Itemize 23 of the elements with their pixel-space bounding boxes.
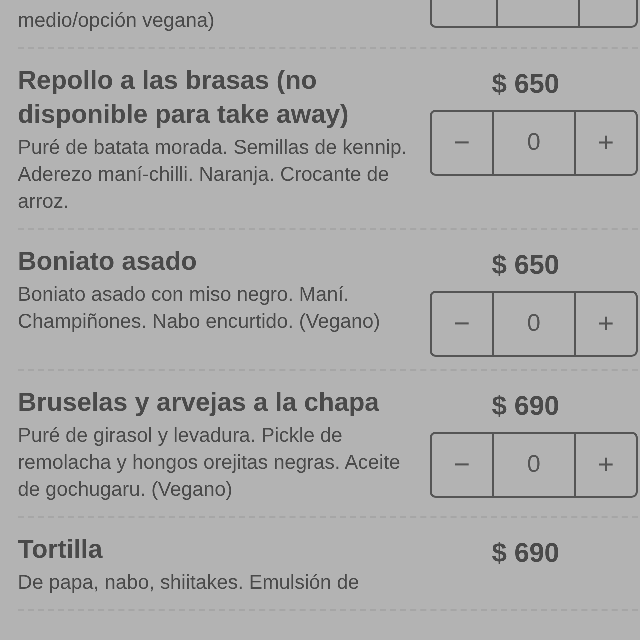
dish-description: Puré de batata morada. Semillas de kennip. Aderezo maní-chilli. Naranja. Crocante de arroz. bbox=[18, 136, 408, 215]
dish-name: Boniato asado bbox=[18, 245, 198, 278]
decrement-button[interactable]: − bbox=[430, 291, 494, 357]
dish-name: Tortilla bbox=[18, 533, 104, 566]
quantity-field[interactable]: 0 bbox=[494, 110, 574, 176]
dish-description: medio/opción vegana) bbox=[18, 9, 216, 34]
dish-description: Boniato asado con miso negro. Maní. Champiñones. Nabo encurtido. (Vegano) bbox=[18, 283, 382, 335]
dish-description: De papa, nabo, shiitakes. Emulsión de bbox=[18, 571, 360, 596]
dish-price: $ 650 bbox=[491, 69, 561, 100]
quantity-stepper[interactable] bbox=[430, 0, 638, 28]
dish-name: Repollo a las brasas (no disponible para take away) bbox=[18, 64, 350, 131]
decrement-button[interactable]: − bbox=[430, 432, 494, 498]
dish-price: $ 690 bbox=[491, 538, 561, 569]
increment-button[interactable]: + bbox=[574, 432, 638, 498]
increment-button[interactable]: + bbox=[574, 291, 638, 357]
dish-description: Puré de girasol y levadura. Pickle de remolacha y hongos orejitas negras. Aceite de gochugaru. (Vegano) bbox=[18, 424, 402, 503]
quantity-field[interactable]: 0 bbox=[494, 432, 574, 498]
increment-button[interactable]: + bbox=[574, 110, 638, 176]
dish-name: Bruselas y arvejas a la chapa bbox=[18, 386, 380, 419]
quantity-field[interactable]: 0 bbox=[494, 291, 574, 357]
dish-price: $ 650 bbox=[491, 250, 561, 281]
dish-price: $ 690 bbox=[491, 391, 561, 422]
decrement-button[interactable]: − bbox=[430, 110, 494, 176]
